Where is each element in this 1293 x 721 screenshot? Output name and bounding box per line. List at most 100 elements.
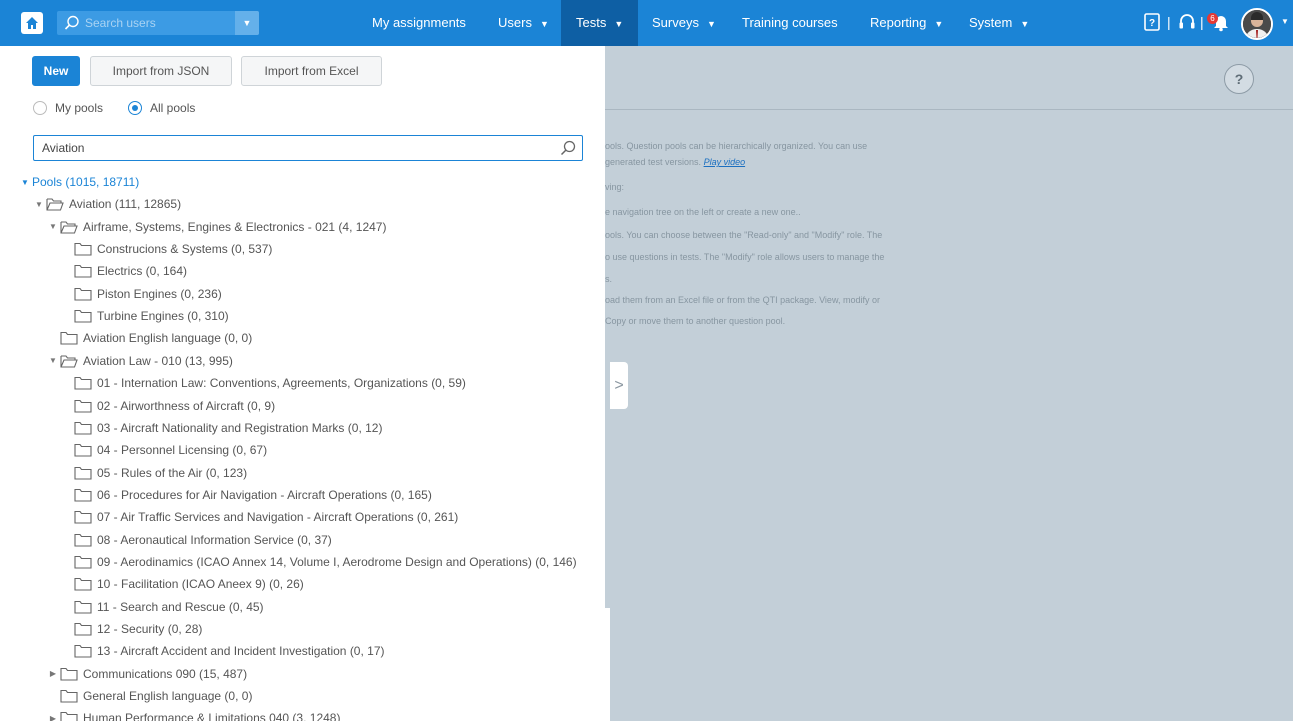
tree-node-label: Aviation English language (0, 0) [83,331,253,346]
pool-filter [33,135,583,161]
folder-icon [74,264,92,278]
tree-node-label: Piston Engines (0, 236) [97,286,222,301]
tree-node[interactable]: 12 - Security (0, 28) [60,619,202,639]
search-dropdown-toggle[interactable]: ▼ [235,11,259,35]
all-pools-radio[interactable]: All pools [128,101,195,115]
expand-toggle-icon[interactable]: ▼ [32,200,46,209]
tree-node-label: 13 - Aircraft Accident and Incident Inve… [97,644,385,659]
tree-node[interactable]: ▶ Communications 090 (15, 487) [46,664,247,684]
tree-node-label: 05 - Rules of the Air (0, 123) [97,465,248,480]
tree-node-label: Aviation Law - 010 (13, 995) [83,353,233,368]
nav-label: Surveys [652,15,699,30]
tree-node[interactable]: Construcions & Systems (0, 537) [60,239,272,259]
help-button[interactable]: ? [1224,64,1254,94]
folder-icon [74,555,92,569]
nav-label: System [969,15,1013,30]
chevron-down-icon: ▼ [539,19,549,29]
new-pool-button[interactable]: New [32,56,80,86]
tree-node[interactable]: 06 - Procedures for Air Navigation - Air… [60,485,432,505]
chevron-down-icon: ▼ [614,19,624,29]
tree-node[interactable]: Piston Engines (0, 236) [60,284,222,304]
play-video-link[interactable]: Play video [704,157,746,167]
tree-node[interactable]: ▶ Human Performance & Limitations 040 (3,… [46,708,340,721]
nav-surveys[interactable]: Surveys ▼ [652,0,716,46]
folder-icon [74,309,92,323]
import-excel-button[interactable]: Import from Excel [241,56,382,86]
nav-system[interactable]: System ▼ [969,0,1029,46]
tree-node[interactable]: 13 - Aircraft Accident and Incident Inve… [60,641,385,661]
expand-toggle-icon[interactable]: ▼ [46,222,60,231]
collapse-panel-handle[interactable]: > [610,362,628,409]
tree-node[interactable]: 11 - Search and Rescue (0, 45) [60,597,264,617]
folder-open-icon [46,197,64,211]
tree-node[interactable]: ▼ Pools (1015, 18711) [18,172,139,192]
tree-node[interactable]: 09 - Aerodinamics (ICAO Annex 14, Volume… [60,552,577,572]
notification-count-badge: 6 [1207,13,1218,24]
my-pools-radio[interactable]: My pools [33,101,103,115]
expand-toggle-icon[interactable]: ▼ [18,178,32,187]
tree-node-label: Pools (1015, 18711) [32,175,140,189]
folder-icon [74,600,92,614]
radio-circle [128,101,142,115]
nav-my-assignments[interactable]: My assignments [372,0,466,46]
folder-icon [60,711,78,721]
tree-node[interactable]: Electrics (0, 164) [60,261,187,281]
folder-icon [60,689,78,703]
folder-icon [74,399,92,413]
collapse-toggle-icon[interactable]: ▶ [46,714,60,721]
tree-node-label: 04 - Personnel Licensing (0, 67) [97,443,268,458]
pool-filter-input[interactable] [42,136,542,160]
nav-label: Tests [576,15,607,30]
nav-label: Reporting [870,15,927,30]
expand-toggle-icon[interactable]: ▼ [46,356,60,365]
question-pools-panel: New Import from JSON Import from Excel M… [0,46,605,721]
avatar[interactable] [1241,8,1273,40]
help-text-line: oad them from an Excel file or from the … [605,295,880,305]
tree-node-label: Construcions & Systems (0, 537) [97,242,273,257]
collapse-toggle-icon[interactable]: ▶ [46,669,60,678]
user-photo-icon [1243,10,1271,38]
tree-node[interactable]: Turbine Engines (0, 310) [60,306,229,326]
chevron-down-icon: ▼ [934,19,944,29]
folder-icon [74,510,92,524]
help-text-line: ools. You can choose between the "Read-o… [605,230,883,240]
tree-node[interactable]: Aviation English language (0, 0) [46,328,252,348]
headset-icon[interactable] [1178,12,1196,32]
tree-node[interactable]: ▼ Aviation (111, 12865) [32,194,181,214]
question-book-icon[interactable]: ? [1143,12,1161,32]
tree-node[interactable]: 05 - Rules of the Air (0, 123) [60,463,247,483]
tree-node[interactable]: 07 - Air Traffic Services and Navigation… [60,507,458,527]
radio-label: All pools [150,101,196,115]
tree-node[interactable]: 04 - Personnel Licensing (0, 67) [60,440,267,460]
import-json-button[interactable]: Import from JSON [90,56,232,86]
user-search: ▼ [57,11,259,35]
home-icon [26,17,38,29]
tree-node[interactable]: 10 - Facilitation (ICAO Aneex 9) (0, 26) [60,574,304,594]
tree-node[interactable]: ▼ Aviation Law - 010 (13, 995) [46,351,233,371]
tree-node[interactable]: General English language (0, 0) [46,686,252,706]
search-icon[interactable] [560,140,576,156]
tree-node-label: 11 - Search and Rescue (0, 45) [97,599,264,614]
chevron-down-icon[interactable]: ▼ [1281,17,1289,26]
tree-node-label: General English language (0, 0) [83,689,253,704]
tree-node-label: 07 - Air Traffic Services and Navigation… [97,510,459,525]
help-text-line: Copy or move them to another question po… [605,316,786,326]
tree-node[interactable]: 02 - Airworthness of Aircraft (0, 9) [60,396,275,416]
nav-tests[interactable]: Tests ▼ [561,0,639,46]
search-users-input[interactable] [85,11,235,35]
nav-training-courses[interactable]: Training courses [742,0,838,46]
tree-node-label: 12 - Security (0, 28) [97,622,203,636]
chevron-down-icon: ▼ [706,19,716,29]
help-text-line: o use questions in tests. The "Modify" r… [605,252,885,262]
tree-node-label: Turbine Engines (0, 310) [97,309,229,324]
tree-node[interactable]: 01 - Internation Law: Conventions, Agree… [60,373,466,393]
tree-node[interactable]: 08 - Aeronautical Information Service (0… [60,530,332,550]
nav-label: Users [498,15,532,30]
tree-node[interactable]: ▼ Airframe, Systems, Engines & Electronic… [46,217,386,237]
tree-node-label: 02 - Airworthness of Aircraft (0, 9) [97,398,276,413]
home-button[interactable] [21,12,43,34]
nav-users[interactable]: Users ▼ [498,0,549,46]
tree-node[interactable]: 03 - Aircraft Nationality and Registrati… [60,418,382,438]
help-text-line: ools. Question pools can be hierarchical… [605,141,868,151]
nav-reporting[interactable]: Reporting ▼ [870,0,943,46]
